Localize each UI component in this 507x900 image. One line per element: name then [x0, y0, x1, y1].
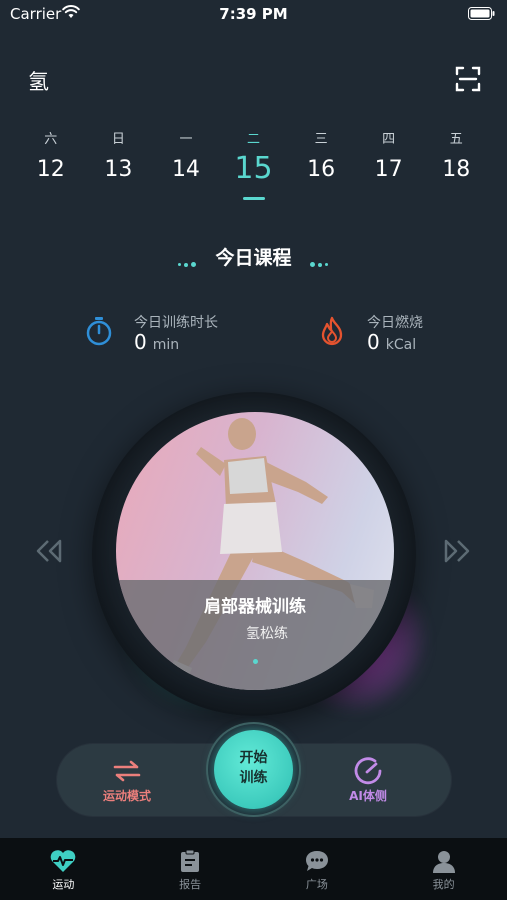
weekday-label: 一 — [179, 132, 193, 147]
person-icon — [432, 851, 455, 873]
course-card[interactable]: 肩部器械训练 氢松练 — [116, 412, 394, 690]
burn-value-row: 0 kCal — [367, 330, 416, 354]
weekday-label: 三 — [314, 132, 328, 147]
course-name: 肩部器械训练 — [204, 597, 306, 617]
selected-indicator — [242, 197, 265, 200]
start-training-button[interactable]: 开始 训练 — [214, 730, 293, 809]
duration-value-row: 0 min — [134, 330, 179, 354]
date-label: 13 — [104, 157, 133, 182]
calendar-day[interactable]: 一 14 — [152, 124, 220, 206]
start-label-line2: 训练 — [239, 770, 268, 786]
status-time: 7:39 PM — [219, 5, 288, 23]
duration-value: 0 — [134, 330, 147, 354]
ai-body-test-label: AI体侧 — [349, 789, 387, 803]
burn-unit: kCal — [385, 337, 417, 353]
weekday-label: 六 — [44, 132, 58, 147]
weekday-label: 日 — [111, 132, 125, 147]
calendar-day[interactable]: 六 12 — [17, 124, 85, 206]
date-label: 17 — [374, 157, 403, 182]
date-label: 12 — [36, 157, 65, 182]
calendar-day[interactable]: 二 15 — [220, 124, 288, 206]
tab-profile[interactable]: 我的 — [380, 838, 507, 900]
burn-value: 0 — [367, 330, 380, 354]
sport-mode-button[interactable]: 运动模式 — [57, 755, 197, 810]
sport-mode-label: 运动模式 — [102, 789, 151, 803]
date-label: 16 — [307, 157, 336, 182]
tab-report[interactable]: 报告 — [127, 838, 254, 900]
ai-body-test-button[interactable]: AI体侧 — [298, 755, 438, 810]
calendar-day[interactable]: 五 18 — [422, 124, 490, 206]
scan-icon[interactable] — [455, 66, 481, 92]
tab-sport[interactable]: 运动 — [0, 838, 127, 900]
course-subtitle: 氢松练 — [246, 626, 288, 642]
duration-label: 今日训练时长 — [134, 315, 218, 331]
clipboard-icon — [181, 849, 200, 872]
burn-label: 今日燃烧 — [367, 315, 423, 331]
start-label-line1: 开始 — [239, 750, 268, 766]
date-label: 15 — [234, 151, 273, 186]
weekday-label: 五 — [449, 132, 463, 147]
app-logo: 氢 — [28, 70, 49, 94]
chat-bubble-icon — [305, 851, 328, 871]
calendar-day[interactable]: 三 16 — [287, 124, 355, 206]
heartbeat-icon — [51, 850, 76, 872]
gauge-icon — [354, 757, 382, 785]
date-label: 14 — [171, 157, 200, 182]
swap-arrows-icon — [113, 760, 141, 782]
tab-label: 我的 — [432, 878, 455, 891]
section-title: 今日课程 — [215, 247, 292, 269]
stopwatch-icon — [86, 317, 112, 346]
tab-label: 广场 — [305, 878, 328, 891]
tab-label: 报告 — [179, 878, 202, 891]
weekday-label: 二 — [247, 132, 261, 147]
battery-icon — [468, 7, 495, 20]
week-calendar: 六 12 日 13 一 14 二 15 三 16 四 17 五 18 — [17, 124, 490, 206]
tab-label: 运动 — [52, 878, 75, 891]
carousel-indicator — [253, 659, 258, 664]
title-dots-right — [310, 254, 331, 273]
date-label: 18 — [442, 157, 471, 182]
flame-icon — [321, 316, 343, 346]
weekday-label: 四 — [382, 132, 396, 147]
duration-unit: min — [152, 337, 180, 353]
next-arrow-icon[interactable] — [442, 538, 472, 564]
calendar-day[interactable]: 四 17 — [355, 124, 423, 206]
calendar-day[interactable]: 日 13 — [85, 124, 153, 206]
previous-arrow-icon[interactable] — [34, 538, 64, 564]
tab-square[interactable]: 广场 — [254, 838, 381, 900]
status-bar: Carrier 7:39 PM — [0, 0, 507, 28]
tab-bar: 运动 报告 广场 我的 — [0, 838, 507, 900]
